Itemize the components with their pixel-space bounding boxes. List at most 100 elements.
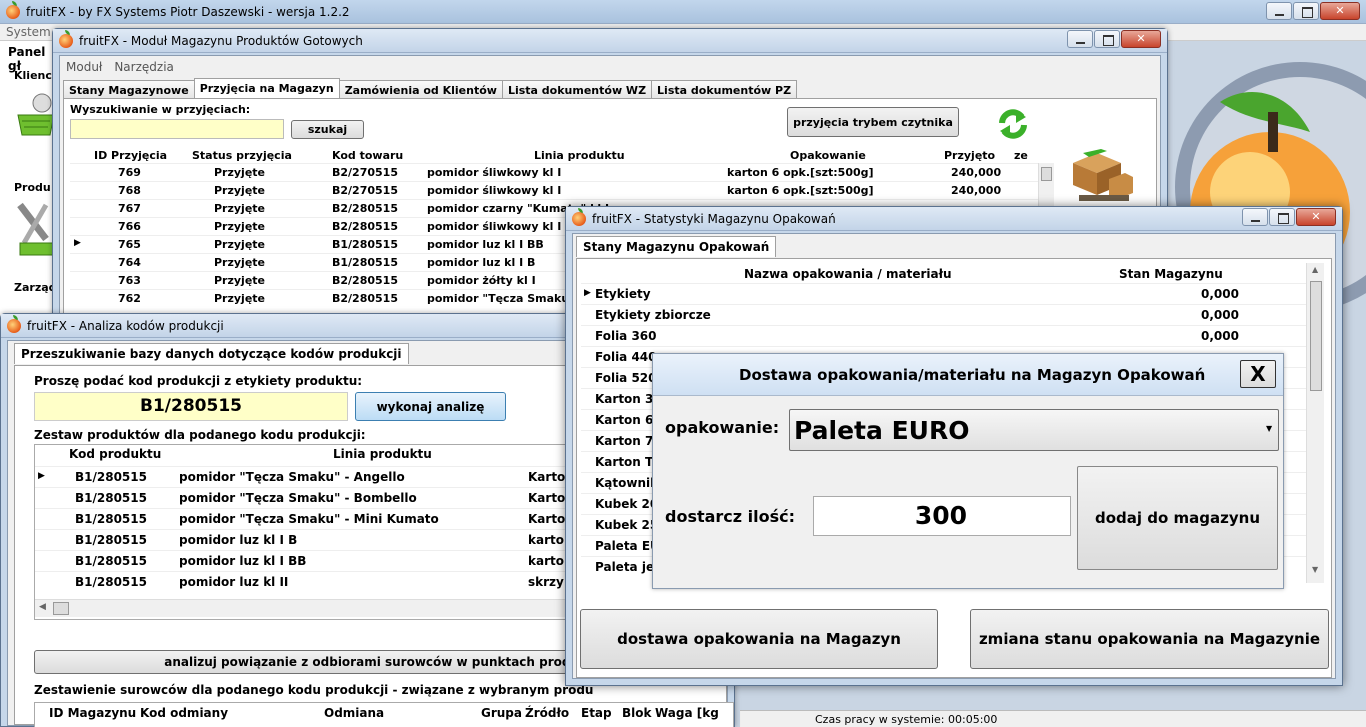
- table-row[interactable]: 769 Przyjęte B2/270515 pomidor śliwkowy …: [70, 163, 1038, 181]
- cell-kod-produktu: B1/280515: [75, 512, 147, 526]
- left-section-klienci[interactable]: Klienci: [14, 69, 56, 82]
- search-input[interactable]: [70, 119, 284, 139]
- col-nazwa-opakowania[interactable]: Nazwa opakowania / materiału: [744, 267, 952, 281]
- minimize-button[interactable]: [1067, 30, 1093, 48]
- menu-modul[interactable]: Moduł: [66, 60, 102, 74]
- opakowania-header: Nazwa opakowania / materiału Stan Magazy…: [581, 265, 1324, 283]
- scrollbar-thumb[interactable]: [53, 602, 69, 615]
- scrollbar-thumb[interactable]: [1041, 167, 1052, 181]
- maximize-button[interactable]: [1269, 208, 1295, 226]
- cell-opakowanie: karton 6 opk.[szt:500g]: [727, 166, 874, 179]
- magazyn-title: fruitFX - Moduł Magazynu Produktów Gotow…: [79, 34, 363, 48]
- cell-nazwa: Karton 6: [595, 413, 654, 427]
- minimize-button[interactable]: [1242, 208, 1268, 226]
- scroll-up-icon[interactable]: ▲: [1312, 265, 1318, 274]
- menu-system[interactable]: System: [6, 25, 51, 39]
- cell-id: 768: [118, 184, 141, 197]
- statystyki-titlebar: fruitFX - Statystyki Magazynu Opakowań: [566, 207, 1342, 231]
- cell-id: 762: [118, 292, 141, 305]
- reader-mode-button[interactable]: przyjęcia trybem czytnika: [787, 107, 959, 137]
- table-row[interactable]: B1/280515 pomidor "Tęcza Smaku" - Mini K…: [35, 508, 573, 529]
- boxes-icon[interactable]: [1069, 149, 1135, 203]
- col-opakowanie[interactable]: Opakowanie: [790, 149, 866, 162]
- col-etap[interactable]: Etap: [581, 706, 612, 720]
- minimize-button[interactable]: [1266, 2, 1292, 20]
- scrollbar-thumb[interactable]: [1310, 281, 1322, 391]
- close-button[interactable]: [1121, 30, 1161, 48]
- refresh-icon[interactable]: [996, 107, 1030, 141]
- fruit-app-icon: [7, 315, 21, 333]
- col-grupa[interactable]: Grupa: [481, 706, 522, 720]
- col-kod[interactable]: Kod towaru: [332, 149, 403, 162]
- opakowania-scrollbar[interactable]: ▲ ▼: [1306, 263, 1324, 583]
- tools-icon[interactable]: [16, 199, 56, 257]
- table-row[interactable]: Etykiety zbiorcze 0,000: [581, 304, 1324, 325]
- analiza-title: fruitFX - Analiza kodów produkcji: [27, 319, 224, 333]
- products-hscroll[interactable]: ◀: [35, 599, 573, 617]
- table-row[interactable]: Folia 360 0,000: [581, 325, 1324, 346]
- left-section-zarzad[interactable]: Zarząd: [14, 281, 57, 294]
- code-prompt: Proszę podać kod produkcji z etykiety pr…: [34, 374, 363, 388]
- col-linia-produktu[interactable]: Linia produktu: [333, 447, 432, 461]
- scroll-left-icon[interactable]: ◀: [39, 602, 46, 612]
- basket-icon[interactable]: [16, 89, 56, 137]
- close-button[interactable]: [1296, 208, 1336, 226]
- col-status[interactable]: Status przyjęcia: [192, 149, 292, 162]
- col-odmiana[interactable]: Odmiana: [324, 706, 384, 720]
- col-przyjeto[interactable]: Przyjęto: [944, 149, 995, 162]
- col-ze[interactable]: ze: [1014, 149, 1028, 162]
- table-row[interactable]: B1/280515 pomidor luz kl I BB karto: [35, 550, 573, 571]
- table-row[interactable]: B1/280515 pomidor "Tęcza Smaku" - Bombel…: [35, 487, 573, 508]
- maximize-button[interactable]: [1293, 2, 1319, 20]
- table-row[interactable]: B1/280515 pomidor luz kl I B karto: [35, 529, 573, 550]
- table-row[interactable]: ▶ B1/280515 pomidor "Tęcza Smaku" - Ange…: [35, 466, 573, 487]
- products-grid: Kod produktu Linia produktu ▶ B1/280515 …: [34, 444, 574, 620]
- status-bar: Czas pracy w systemie: 00:05:00: [740, 710, 1366, 727]
- cell-nazwa: Paleta je: [595, 560, 655, 574]
- tab-przeszukiwanie[interactable]: Przeszukiwanie bazy danych dotyczące kod…: [14, 343, 409, 364]
- cell-status: Przyjęte: [214, 274, 266, 287]
- col-zrodlo[interactable]: Źródło: [525, 706, 569, 720]
- menu-narzedzia[interactable]: Narzędzia: [114, 60, 174, 74]
- cell-stan: 0,000: [1201, 308, 1239, 322]
- col-id[interactable]: ID Przyjęcia: [94, 149, 167, 162]
- cell-id: 763: [118, 274, 141, 287]
- change-state-button[interactable]: zmiana stanu opakowania na Magazynie: [970, 609, 1329, 669]
- main-titlebar: fruitFX - by FX Systems Piotr Daszewski …: [0, 0, 1366, 24]
- maximize-button[interactable]: [1094, 30, 1120, 48]
- cell-nazwa: Etykiety: [595, 287, 651, 301]
- tab-przyjecia[interactable]: Przyjęcia na Magazyn: [193, 78, 340, 99]
- col-id-magazynu[interactable]: ID Magazynu: [49, 706, 136, 720]
- cell-nazwa: Karton 7: [595, 434, 654, 448]
- analyze-button[interactable]: wykonaj analizę: [355, 392, 506, 421]
- add-to-stock-button[interactable]: dodaj do magazynu: [1077, 466, 1278, 570]
- statystyki-title: fruitFX - Statystyki Magazynu Opakowań: [592, 212, 836, 226]
- col-kod-odmiany[interactable]: Kod odmiany: [140, 706, 228, 720]
- delivery-button[interactable]: dostawa opakowania na Magazyn: [580, 609, 938, 669]
- dialog-close-button[interactable]: X: [1240, 360, 1276, 388]
- table-row[interactable]: ▶ Etykiety 0,000: [581, 283, 1324, 304]
- close-button[interactable]: [1320, 2, 1360, 20]
- col-kod-produktu[interactable]: Kod produktu: [69, 447, 161, 461]
- code-input[interactable]: B1/280515: [34, 392, 348, 421]
- cell-kod-produktu: B1/280515: [75, 575, 147, 589]
- pack-select[interactable]: Paleta EURO ▼: [789, 409, 1279, 451]
- col-waga[interactable]: Waga [kg: [655, 706, 719, 720]
- tab-stany-opakowan[interactable]: Stany Magazynu Opakowań: [576, 236, 777, 257]
- table-row[interactable]: 768 Przyjęte B2/270515 pomidor śliwkowy …: [70, 181, 1038, 199]
- search-button[interactable]: szukaj: [291, 120, 364, 139]
- scroll-down-icon[interactable]: ▼: [1312, 565, 1318, 574]
- col-blok[interactable]: Blok: [622, 706, 651, 720]
- cell-id: 765: [118, 238, 141, 251]
- set-label: Zestaw produktów dla podanego kodu produ…: [34, 428, 366, 442]
- col-linia[interactable]: Linia produktu: [534, 149, 625, 162]
- cell-id: 767: [118, 202, 141, 215]
- table-row[interactable]: B1/280515 pomidor luz kl II skrzy: [35, 571, 573, 592]
- qty-input[interactable]: 300: [813, 496, 1071, 536]
- dialog-title: Dostawa opakowania/materiału na Magazyn …: [739, 366, 1206, 384]
- left-section-produkcja[interactable]: Produ: [14, 181, 51, 194]
- col-stan-magazynu[interactable]: Stan Magazynu: [1119, 267, 1223, 281]
- cell-kod: B2/280515: [332, 220, 398, 233]
- link-analysis-button[interactable]: analizuj powiązanie z odbiorami surowców…: [34, 650, 594, 674]
- cell-linia: pomidor luz kl I BB: [427, 238, 544, 251]
